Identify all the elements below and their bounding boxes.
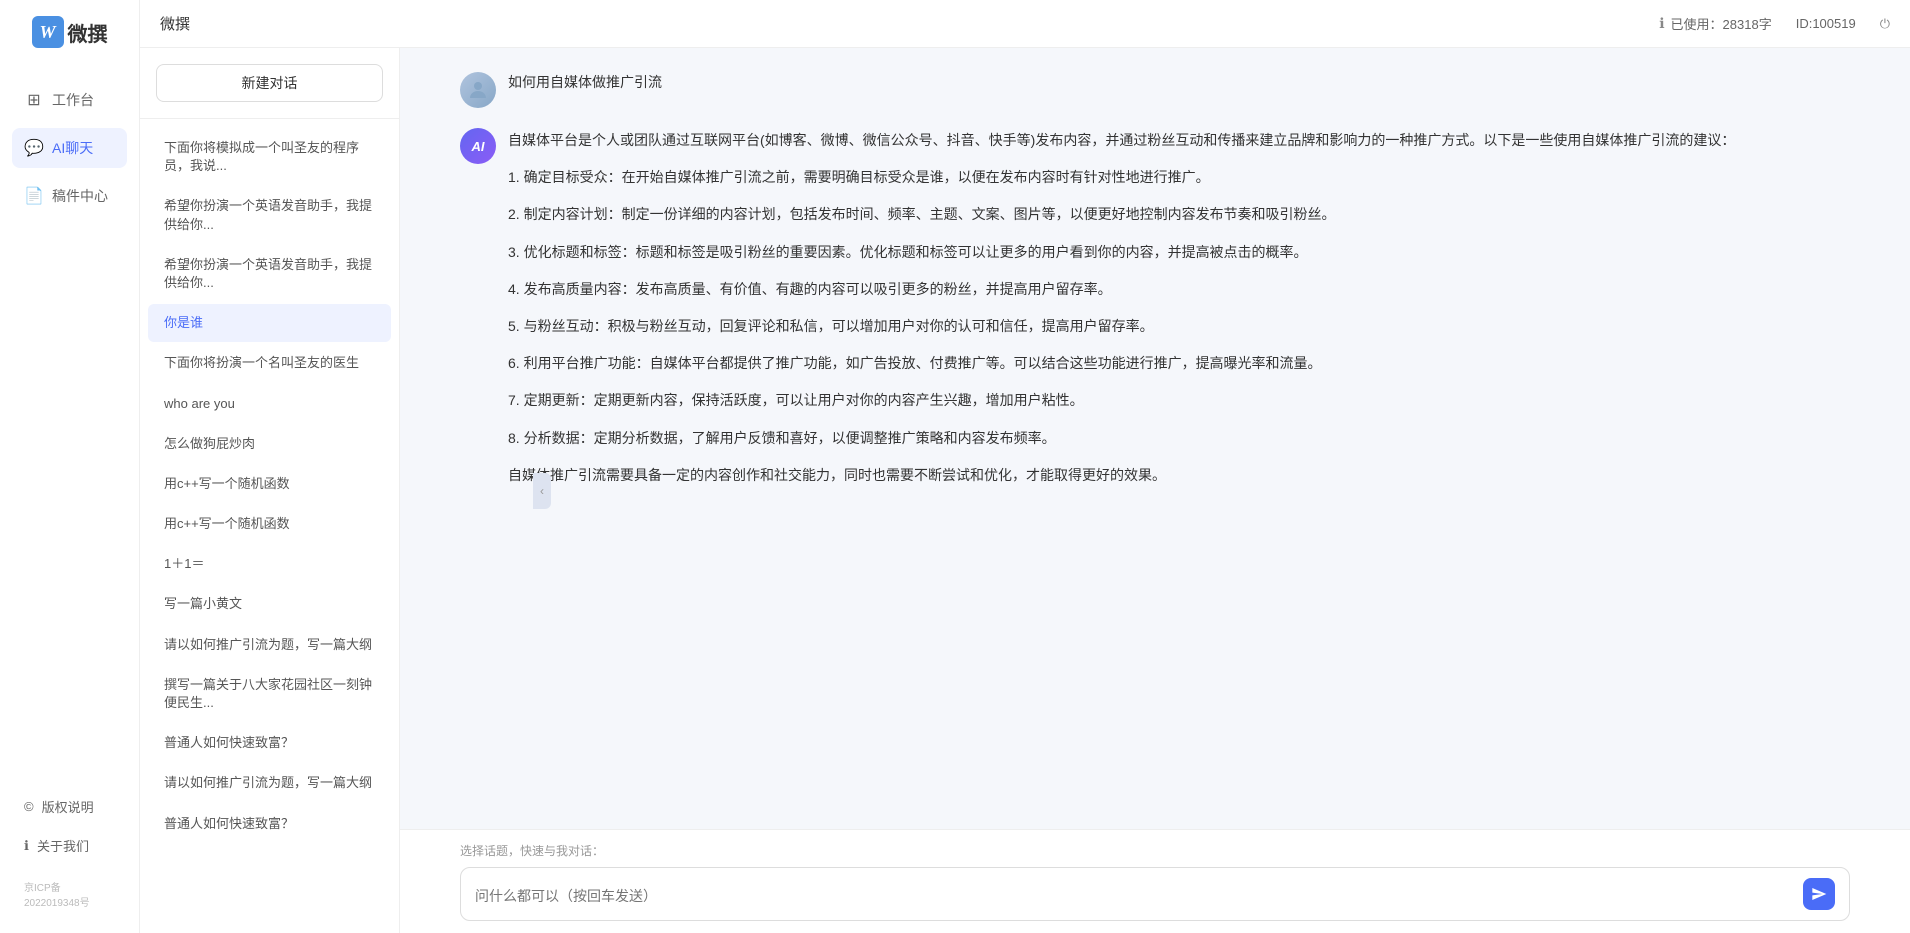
ai-point-8: 8. 分析数据：定期分析数据，了解用户反馈和喜好，以便调整推广策略和内容发布频率… xyxy=(508,426,1850,451)
logo-text: 微撰 xyxy=(68,18,108,47)
power-icon[interactable]: ⏻ xyxy=(1880,16,1890,32)
input-box-wrapper xyxy=(460,867,1850,921)
chat-item-1[interactable]: 下面你将模拟成一个叫圣友的程序员，我说... xyxy=(148,129,391,185)
chat-item-4[interactable]: 你是谁 xyxy=(148,304,391,342)
input-area: 选择话题，快速与我对话： xyxy=(400,829,1910,933)
quick-topics-label: 选择话题，快速与我对话： xyxy=(460,842,1850,859)
chat-item-2[interactable]: 希望你扮演一个英语发音助手，我提供给你... xyxy=(148,187,391,243)
ai-conclusion: 自媒体推广引流需要具备一定的内容创作和社交能力，同时也需要不断尝试和优化，才能取… xyxy=(508,463,1850,488)
ai-intro: 自媒体平台是个人或团队通过互联网平台(如博客、微博、微信公众号、抖音、快手等)发… xyxy=(508,128,1850,153)
main-wrapper: 微撰 ℹ 已使用：28318字 ID:100519 ⏻ 新建对话 下面你将模拟成… xyxy=(140,0,1910,933)
ai-point-7: 7. 定期更新：定期更新内容，保持活跃度，可以让用户对你的内容产生兴趣，增加用户… xyxy=(508,388,1850,413)
sidebar-item-about[interactable]: ℹ 关于我们 xyxy=(12,828,127,863)
ai-avatar-letter: AI xyxy=(472,139,485,154)
icp-text: 京ICP备2022019348号 xyxy=(12,871,127,917)
messages-area: 如何用自媒体做推广引流 AI 自媒体平台是个人或团队通过互联网平台(如博客、微博… xyxy=(400,48,1910,829)
ai-point-2: 2. 制定内容计划：制定一份详细的内容计划，包括发布时间、频率、主题、文案、图片… xyxy=(508,202,1850,227)
chat-list-header: 新建对话 xyxy=(140,48,399,119)
topbar-title: 微撰 xyxy=(160,13,190,34)
sidebar-item-drafts[interactable]: 📄 稿件中心 xyxy=(12,176,127,216)
chat-main: 如何用自媒体做推广引流 AI 自媒体平台是个人或团队通过互联网平台(如博客、微博… xyxy=(400,48,1910,933)
user-message: 如何用自媒体做推广引流 xyxy=(460,72,1850,108)
ai-message: AI 自媒体平台是个人或团队通过互联网平台(如博客、微博、微信公众号、抖音、快手… xyxy=(460,128,1850,500)
user-message-content: 如何用自媒体做推广引流 xyxy=(508,72,1850,92)
chat-item-6[interactable]: who are you xyxy=(148,385,391,423)
copyright-icon: © xyxy=(24,799,34,814)
chat-item-8[interactable]: 用c++写一个随机函数 xyxy=(148,465,391,503)
chat-item-5[interactable]: 下面你将扮演一个名叫圣友的医生 xyxy=(148,344,391,382)
chat-item-11[interactable]: 写一篇小黄文 xyxy=(148,585,391,623)
send-button[interactable] xyxy=(1803,878,1835,910)
user-message-text: 如何用自媒体做推广引流 xyxy=(508,68,662,90)
ai-avatar: AI xyxy=(460,128,496,164)
sidebar-item-label-drafts: 稿件中心 xyxy=(52,186,108,206)
chat-item-10[interactable]: 1＋1＝ xyxy=(148,545,391,583)
sidebar-item-label-ai-chat: AI聊天 xyxy=(52,138,93,158)
logo: W 微撰 xyxy=(32,16,108,48)
chat-item-15[interactable]: 请以如何推广引流为题，写一篇大纲 xyxy=(148,764,391,802)
sidebar-item-ai-chat[interactable]: 💬 AI聊天 xyxy=(12,128,127,168)
chat-item-3[interactable]: 希望你扮演一个英语发音助手，我提供给你... xyxy=(148,246,391,302)
chat-item-16[interactable]: 普通人如何快速致富？ xyxy=(148,805,391,843)
chat-list: 新建对话 下面你将模拟成一个叫圣友的程序员，我说... 希望你扮演一个英语发音助… xyxy=(140,48,400,933)
sidebar-item-copyright[interactable]: © 版权说明 xyxy=(12,789,127,824)
usage-icon: ℹ xyxy=(1659,15,1664,32)
copyright-label: 版权说明 xyxy=(42,797,94,816)
chat-input[interactable] xyxy=(475,886,1795,902)
topbar-right: ℹ 已使用：28318字 ID:100519 ⏻ xyxy=(1659,14,1890,33)
sidebar-item-workbench[interactable]: ⊞ 工作台 xyxy=(12,80,127,120)
ai-point-3: 3. 优化标题和标签：标题和标签是吸引粉丝的重要因素。优化标题和标签可以让更多的… xyxy=(508,240,1850,265)
sidebar-bottom: © 版权说明 ℹ 关于我们 京ICP备2022019348号 xyxy=(0,789,139,917)
ai-point-6: 6. 利用平台推广功能：自媒体平台都提供了推广功能，如广告投放、付费推广等。可以… xyxy=(508,351,1850,376)
logo-icon: W xyxy=(32,16,64,48)
chat-item-7[interactable]: 怎么做狗屁炒肉 xyxy=(148,425,391,463)
ai-point-5: 5. 与粉丝互动：积极与粉丝互动，回复评论和私信，可以增加用户对你的认可和信任，… xyxy=(508,314,1850,339)
ai-point-4: 4. 发布高质量内容：发布高质量、有价值、有趣的内容可以吸引更多的粉丝，并提高用… xyxy=(508,277,1850,302)
collapse-button[interactable]: ‹ xyxy=(533,473,551,509)
sidebar-item-label-workbench: 工作台 xyxy=(52,90,94,110)
chat-item-12[interactable]: 请以如何推广引流为题，写一篇大纲 xyxy=(148,626,391,664)
new-chat-button[interactable]: 新建对话 xyxy=(156,64,383,102)
topbar: 微撰 ℹ 已使用：28318字 ID:100519 ⏻ xyxy=(140,0,1910,48)
ai-response-content: 自媒体平台是个人或团队通过互联网平台(如博客、微博、微信公众号、抖音、快手等)发… xyxy=(508,128,1850,500)
id-text: ID:100519 xyxy=(1796,16,1856,31)
about-label: 关于我们 xyxy=(37,836,89,855)
usage-text: 已使用：28318字 xyxy=(1671,14,1772,33)
send-icon xyxy=(1811,886,1827,902)
sidebar: W 微撰 ⊞ 工作台 💬 AI聊天 📄 稿件中心 © 版权说明 ℹ 关于我们 京… xyxy=(0,0,140,933)
user-avatar xyxy=(460,72,496,108)
chat-item-9[interactable]: 用c++写一个随机函数 xyxy=(148,505,391,543)
workbench-icon: ⊞ xyxy=(24,90,44,110)
chat-item-13[interactable]: 撰写一篇关于八大家花园社区一刻钟便民生... xyxy=(148,666,391,722)
ai-chat-icon: 💬 xyxy=(24,138,44,158)
drafts-icon: 📄 xyxy=(24,186,44,206)
ai-point-1: 1. 确定目标受众：在开始自媒体推广引流之前，需要明确目标受众是谁，以便在发布内… xyxy=(508,165,1850,190)
usage-info: ℹ 已使用：28318字 xyxy=(1659,14,1771,33)
chat-items: 下面你将模拟成一个叫圣友的程序员，我说... 希望你扮演一个英语发音助手，我提供… xyxy=(140,119,399,933)
about-icon: ℹ xyxy=(24,838,29,854)
content-area: 新建对话 下面你将模拟成一个叫圣友的程序员，我说... 希望你扮演一个英语发音助… xyxy=(140,48,1910,933)
chat-item-14[interactable]: 普通人如何快速致富？ xyxy=(148,724,391,762)
logo-letter: W xyxy=(39,22,55,43)
nav-items: ⊞ 工作台 💬 AI聊天 📄 稿件中心 xyxy=(0,80,139,789)
